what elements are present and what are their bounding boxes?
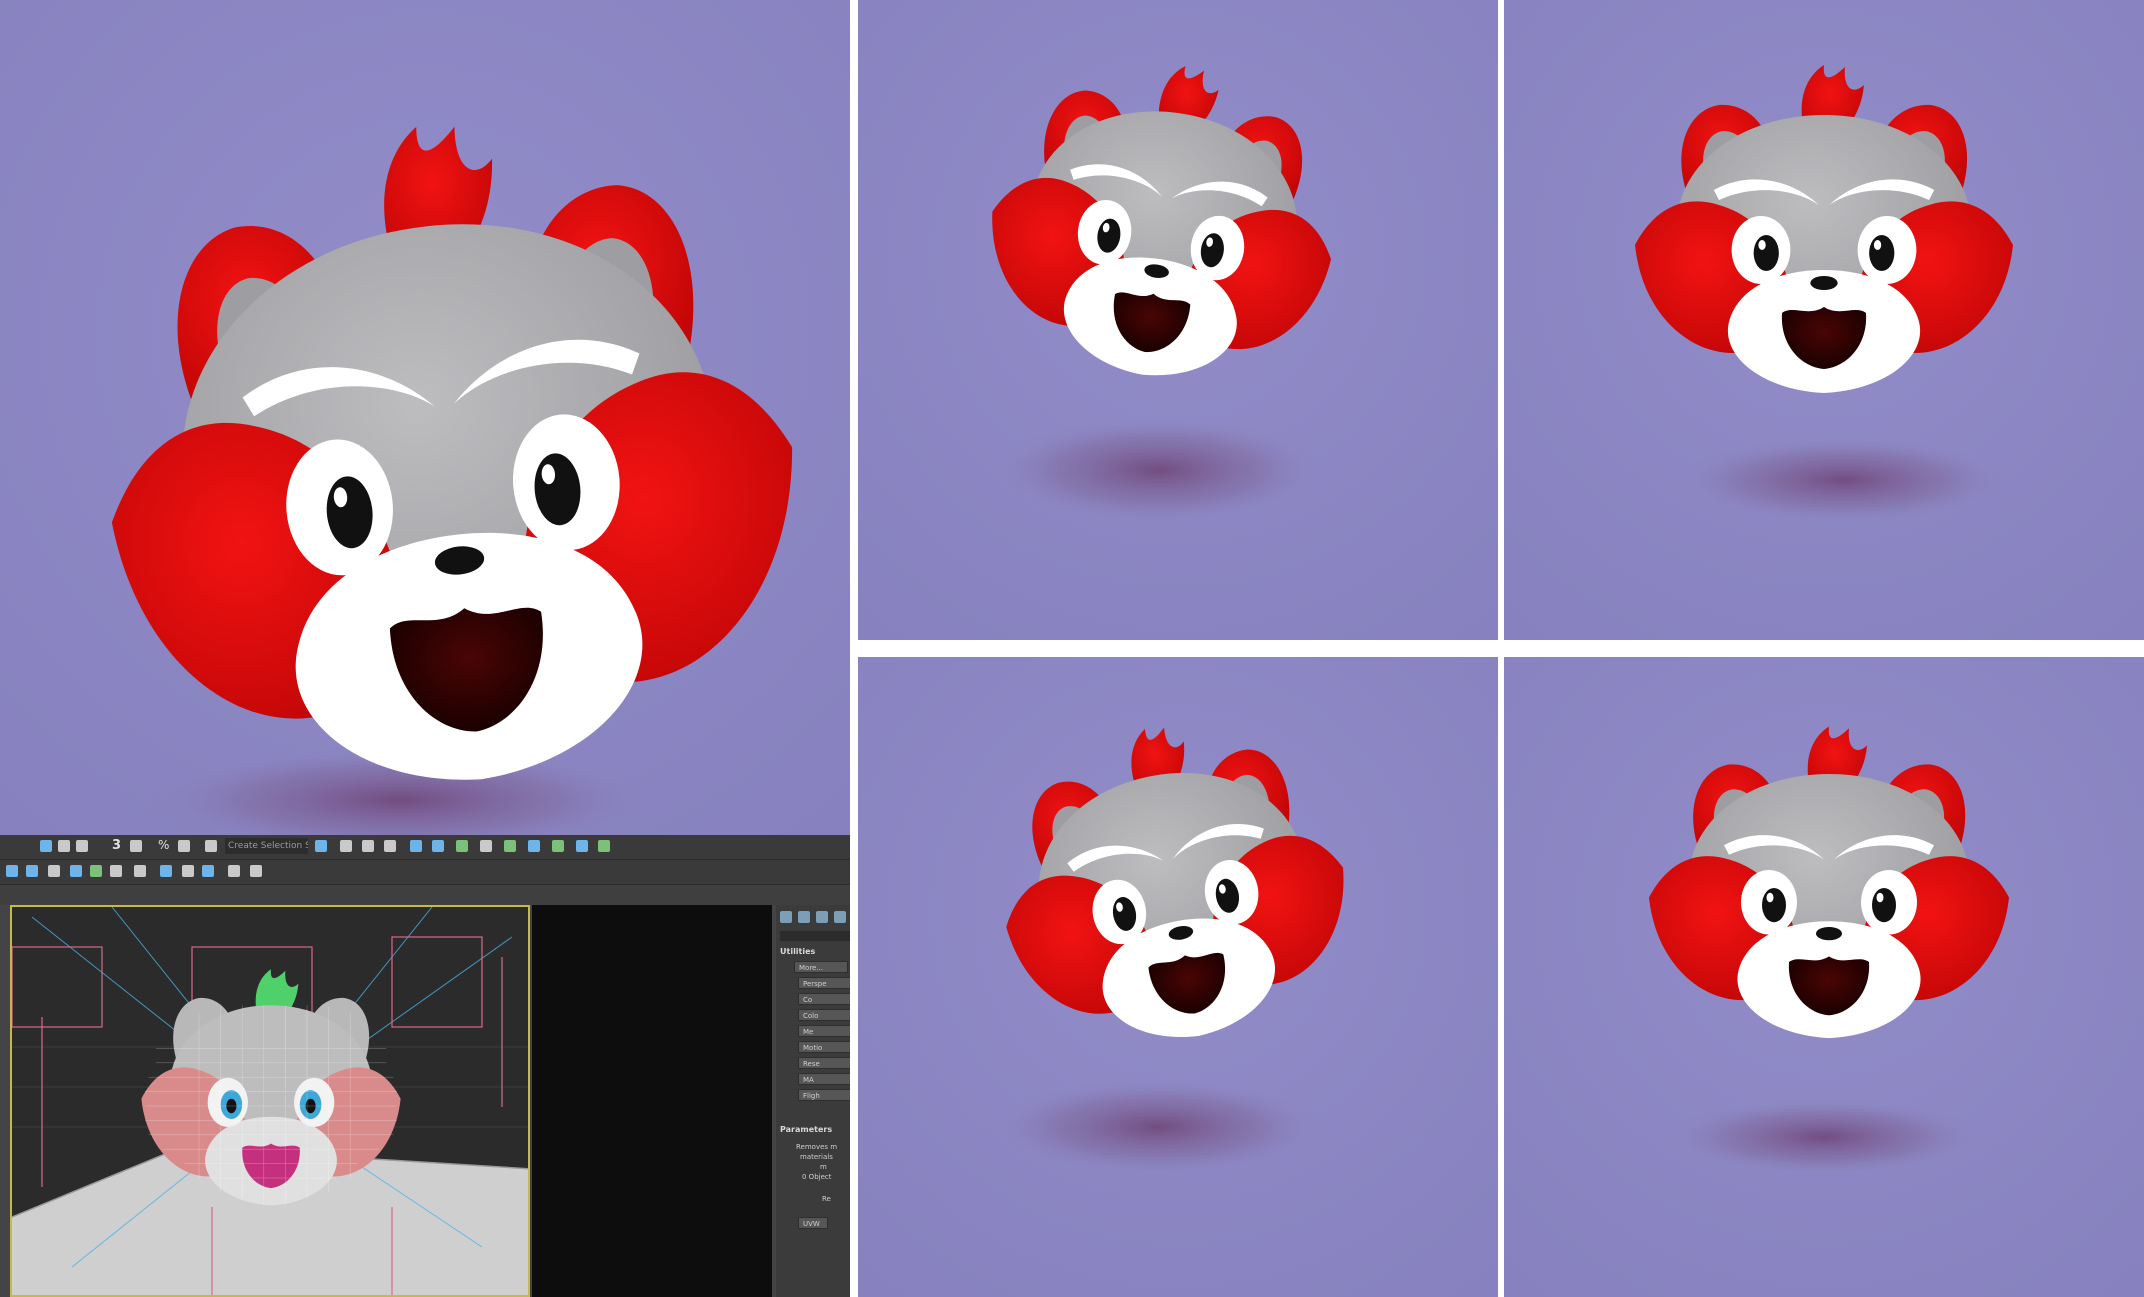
parameters-rollout-title[interactable]: Parameters: [780, 1125, 832, 1134]
command-panel-tabs: [778, 909, 850, 927]
perspective-viewport[interactable]: [10, 905, 530, 1297]
empty-viewport-area: [532, 905, 772, 1297]
secondary-toolbar: [0, 860, 850, 885]
render-top-right-panel: [1504, 0, 2144, 640]
material-editor-icon[interactable]: [456, 840, 468, 852]
render-bottom-right-panel: [1504, 657, 2144, 1297]
link-icon[interactable]: [6, 865, 18, 877]
lasso-icon[interactable]: [134, 865, 146, 877]
schematic-icon[interactable]: [410, 840, 422, 852]
utility-button-1[interactable]: Perspe: [798, 977, 850, 989]
stack-icon[interactable]: [228, 865, 240, 877]
param-line-4: 0 Object: [802, 1173, 832, 1181]
rotate-icon[interactable]: [76, 840, 88, 852]
utility-button-5[interactable]: Motio: [798, 1041, 850, 1053]
utility-button-8[interactable]: Fligh: [798, 1089, 850, 1101]
layer-icon[interactable]: [362, 840, 374, 852]
param-line-2: materials: [800, 1153, 833, 1161]
toolbar-spacer: [0, 885, 850, 905]
create-tab-icon[interactable]: [780, 911, 792, 923]
teapot-icon[interactable]: [202, 865, 214, 877]
param-line-1: Removes m: [796, 1143, 838, 1151]
utilities-rollout-title[interactable]: Utilities: [780, 947, 815, 956]
param-line-3: m: [820, 1163, 827, 1171]
utility-button-2[interactable]: Co: [798, 993, 850, 1005]
leaf-icon[interactable]: [90, 865, 102, 877]
command-panel: Utilities More... Perspe Co Colo Me Moti…: [776, 905, 850, 1297]
render-top-middle-panel: [858, 0, 1498, 640]
render-bottom-middle-panel: [858, 657, 1498, 1297]
reset-label: Re: [822, 1195, 831, 1203]
edit-named-selection-icon[interactable]: [205, 840, 217, 852]
rendered-frame-icon[interactable]: [504, 840, 516, 852]
render-online-icon[interactable]: [552, 840, 564, 852]
more-button[interactable]: More...: [794, 961, 848, 973]
a360-icon[interactable]: [576, 840, 588, 852]
main-toolbar: 3 % Create Selection Se: [0, 835, 850, 860]
angle-snap-icon[interactable]: [130, 840, 142, 852]
utilities-tab-icon[interactable]: [834, 911, 846, 923]
window-icon[interactable]: [182, 865, 194, 877]
ribbon-icon[interactable]: [384, 840, 396, 852]
modify-tab-icon[interactable]: [798, 911, 810, 923]
uvw-button[interactable]: UVW: [798, 1217, 828, 1229]
filter-icon[interactable]: [70, 865, 82, 877]
move-icon[interactable]: [58, 840, 70, 852]
spinner-snap-icon[interactable]: [178, 840, 190, 852]
align-icon[interactable]: [340, 840, 352, 852]
utility-button-7[interactable]: MA: [798, 1073, 850, 1085]
main-render-panel: [0, 0, 850, 835]
bind-icon[interactable]: [48, 865, 60, 877]
max-ui-window: 3 % Create Selection Se Utilities More..…: [0, 835, 850, 1297]
selection-set-field[interactable]: Create Selection Se: [225, 838, 308, 854]
wand-icon[interactable]: [110, 865, 122, 877]
hierarchy-tab-icon[interactable]: [816, 911, 828, 923]
utility-button-4[interactable]: Me: [798, 1025, 850, 1037]
render-setup-icon[interactable]: [480, 840, 492, 852]
utility-button-6[interactable]: Rese: [798, 1057, 850, 1069]
curve-editor-icon[interactable]: [432, 840, 444, 852]
command-panel-field: [780, 931, 850, 941]
help-icon[interactable]: [250, 865, 262, 877]
mirror-icon[interactable]: [315, 840, 327, 852]
snap-toggle-label[interactable]: 3: [112, 838, 121, 853]
utility-button-3[interactable]: Colo: [798, 1009, 850, 1021]
percent-snap-label[interactable]: %: [158, 838, 169, 852]
sphere-icon[interactable]: [160, 865, 172, 877]
extra-icon[interactable]: [598, 840, 610, 852]
select-icon[interactable]: [40, 840, 52, 852]
render-icon[interactable]: [528, 840, 540, 852]
unlink-icon[interactable]: [26, 865, 38, 877]
